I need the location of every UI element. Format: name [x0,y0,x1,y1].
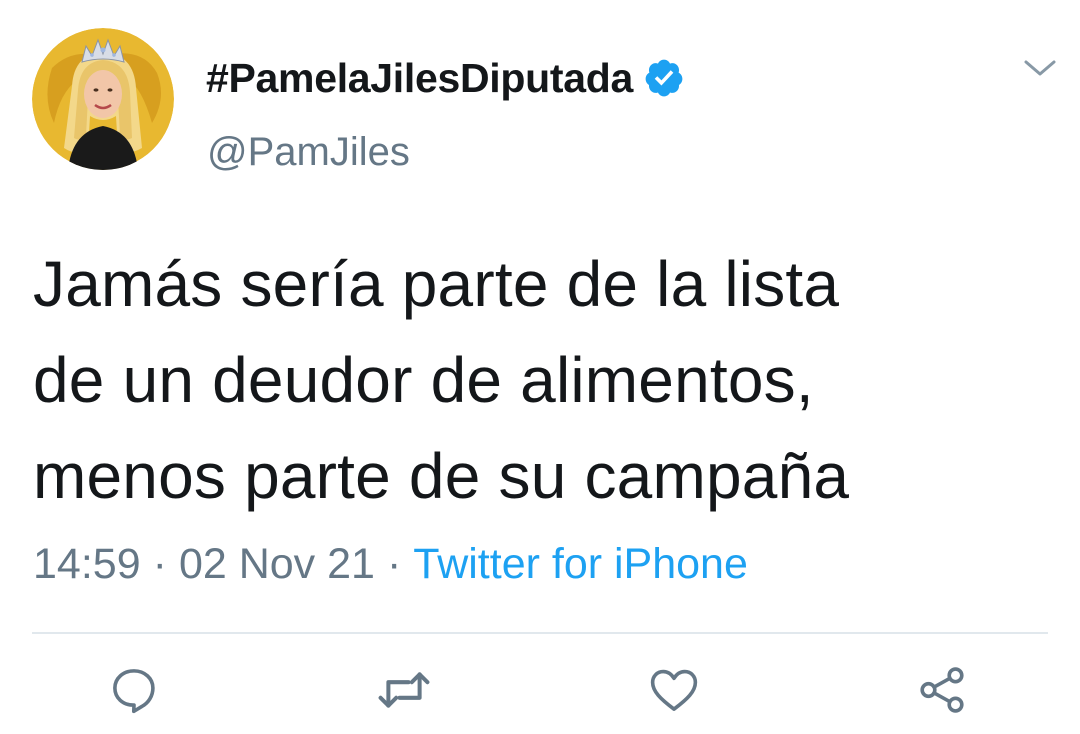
reply-icon [113,669,155,714]
share-icon [920,667,964,713]
meta-separator: · [152,540,167,588]
user-handle[interactable]: @PamJiles [207,130,410,175]
retweet-button[interactable] [374,660,434,720]
retweet-icon [378,672,430,708]
chevron-down-icon [1024,60,1056,76]
tweet-card: #PamelaJilesDiputada @PamJiles Jamás ser… [0,0,1080,734]
display-name-row: #PamelaJilesDiputada [206,50,685,106]
like-button[interactable] [644,660,704,720]
tweet-text-line: de un deudor de alimentos, [33,344,814,416]
display-name[interactable]: #PamelaJilesDiputada [206,55,633,102]
tweet-text-line: Jamás sería parte de la lista [33,248,840,320]
tweet-time[interactable]: 14:59 [33,540,141,588]
action-bar [0,660,1080,724]
more-options-button[interactable] [1018,52,1062,84]
meta-separator: · [386,540,402,588]
share-button[interactable] [912,660,972,720]
tweet-meta: 14:59 · 02 Nov 21 · Twitter for iPhone [33,540,748,589]
tweet-text: Jamás sería parte de la lista de un deud… [33,236,1053,524]
profile-photo-avatar-icon [32,28,174,170]
avatar[interactable] [32,28,174,170]
divider [32,632,1048,634]
tweet-source-link[interactable]: Twitter for iPhone [413,540,748,588]
heart-icon [650,669,698,711]
verified-badge-icon [643,57,685,99]
tweet-date[interactable]: 02 Nov 21 [179,540,375,588]
tweet-text-line: menos parte de su campaña [33,440,850,512]
reply-button[interactable] [104,660,164,720]
